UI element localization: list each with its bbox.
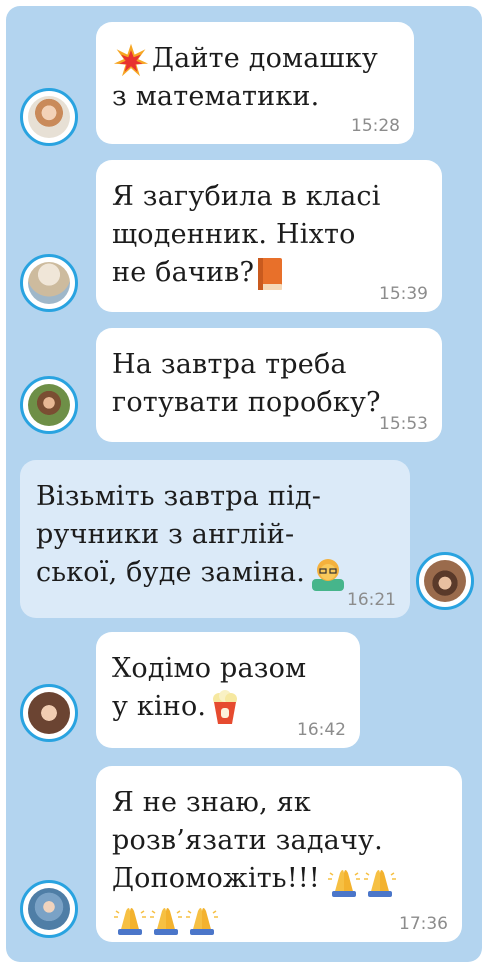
popcorn-icon: [210, 689, 240, 726]
message-text: Візьміть завтра під- ручники з англій- с…: [36, 478, 396, 593]
avatar[interactable]: [20, 88, 78, 146]
message-time: 15:53: [379, 414, 428, 434]
message-text: Ходімо разом у кіно.: [112, 650, 346, 726]
message-time: 15:39: [379, 284, 428, 304]
avatar[interactable]: [20, 254, 78, 312]
message-text: Я загубила в класі щоденник. Ніхто не ба…: [112, 178, 428, 292]
message-time: 16:42: [297, 720, 346, 740]
message-text: Я не знаю, як розв’язати задачу. Допомож…: [112, 784, 448, 936]
folded-hands-icon: [326, 863, 362, 897]
message-bubble: Ходімо разом у кіно. 16:42: [96, 632, 360, 748]
message-time: 17:36: [399, 914, 448, 934]
message-time: 15:28: [351, 116, 400, 136]
message-bubble: Візьміть завтра під- ручники з англій- с…: [20, 460, 410, 618]
message-bubble: Дайте домашку з математики. 15:28: [96, 22, 414, 144]
message-bubble: На завтра треба готувати поробку? 15:53: [96, 328, 442, 442]
message-bubble: Я не знаю, як розв’язати задачу. Допомож…: [96, 766, 462, 942]
folded-hands-icon: [112, 901, 148, 935]
avatar[interactable]: [416, 552, 474, 610]
folded-hands-icon: [184, 901, 220, 935]
message-text: Дайте домашку з математики.: [112, 42, 378, 112]
message-text: На завтра треба готувати поробку?: [112, 349, 381, 418]
message-time: 16:21: [347, 590, 396, 610]
teacher-icon: [309, 555, 347, 593]
folded-hands-icon: [148, 901, 184, 935]
collision-icon: [112, 42, 150, 78]
avatar[interactable]: [20, 880, 78, 938]
message-bubble: Я загубила в класі щоденник. Ніхто не ба…: [96, 160, 442, 312]
orange-book-icon: [256, 256, 284, 292]
avatar[interactable]: [20, 376, 78, 434]
avatar[interactable]: [20, 684, 78, 742]
folded-hands-icon: [362, 863, 398, 897]
